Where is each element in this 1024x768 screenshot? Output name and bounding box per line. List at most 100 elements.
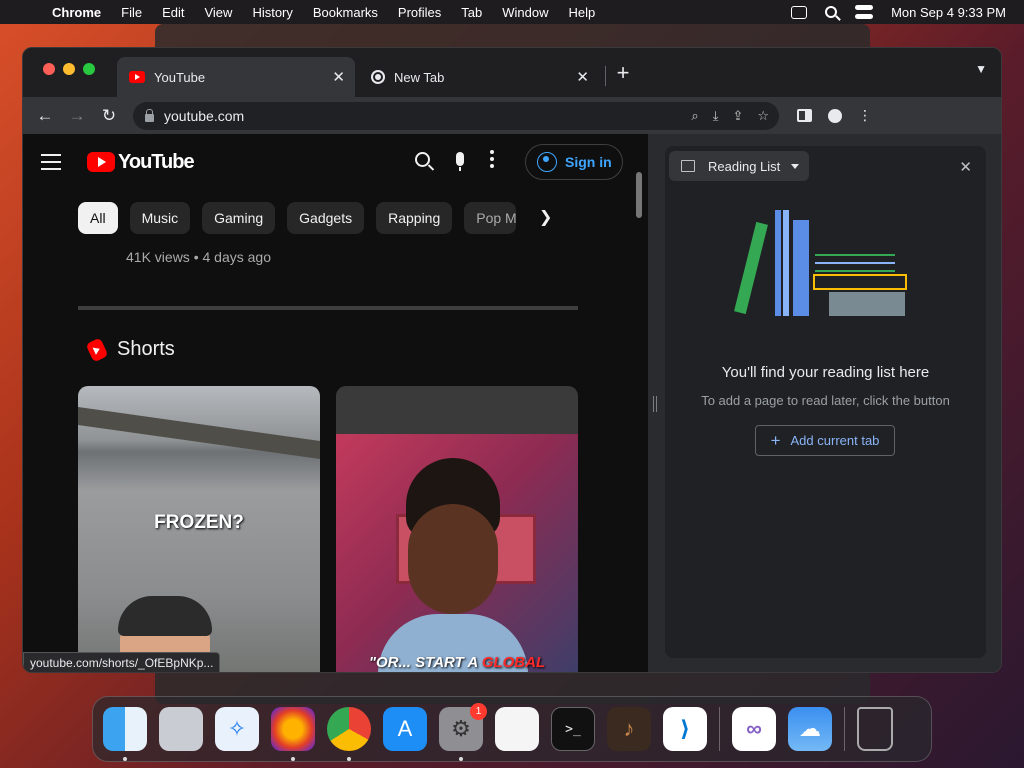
system-settings-icon[interactable]: ⚙ 1 bbox=[439, 703, 487, 761]
more-options-icon[interactable] bbox=[490, 150, 494, 168]
safari-icon[interactable]: ✧ bbox=[215, 707, 259, 751]
back-button[interactable]: ← bbox=[29, 106, 61, 126]
chip-gaming[interactable]: Gaming bbox=[202, 202, 276, 234]
close-tab-icon[interactable]: ✕ bbox=[576, 68, 589, 86]
chip-all[interactable]: All bbox=[78, 202, 118, 234]
short-thumbnail-2[interactable]: "OR... START A GLOBAL bbox=[336, 386, 578, 672]
tab-youtube[interactable]: YouTube ✕ bbox=[117, 57, 355, 97]
reading-list-icon bbox=[681, 160, 695, 172]
search-icon[interactable]: ⌕ bbox=[691, 108, 698, 124]
hamburger-menu-icon[interactable] bbox=[41, 154, 61, 170]
vscode-icon[interactable]: ⟩ bbox=[663, 707, 707, 751]
chip-music[interactable]: Music bbox=[129, 202, 191, 234]
menu-view[interactable]: View bbox=[204, 5, 232, 20]
bookmark-star-icon[interactable]: ☆ bbox=[757, 108, 769, 124]
menu-history[interactable]: History bbox=[252, 5, 292, 20]
reading-list-selector[interactable]: Reading List bbox=[669, 151, 809, 181]
launchpad-icon[interactable] bbox=[159, 707, 203, 751]
chrome-icon[interactable] bbox=[327, 707, 371, 761]
reload-button[interactable]: ↻ bbox=[93, 106, 125, 126]
browser-toolbar: ← → ↻ youtube.com ⌕ ⤓ ⇪ ☆ ⋮ bbox=[23, 97, 1001, 134]
minimize-window-button[interactable] bbox=[63, 63, 75, 75]
menu-window[interactable]: Window bbox=[502, 5, 548, 20]
lock-icon[interactable] bbox=[145, 108, 154, 122]
youtube-logo-text: YouTube bbox=[118, 150, 195, 173]
address-url: youtube.com bbox=[164, 107, 245, 124]
caption-highlight: GLOBAL bbox=[481, 654, 546, 671]
dock-separator bbox=[719, 707, 720, 751]
tab-search-chevron-icon[interactable]: ▼ bbox=[975, 62, 987, 76]
firefox-icon[interactable] bbox=[271, 707, 315, 761]
user-circle-icon bbox=[537, 152, 557, 172]
terminal-icon[interactable]: >_ bbox=[551, 707, 595, 751]
menu-profiles[interactable]: Profiles bbox=[398, 5, 441, 20]
window-controls bbox=[43, 63, 95, 75]
chevron-right-icon[interactable]: ❯ bbox=[539, 207, 552, 227]
weather-icon[interactable]: ☁ bbox=[788, 707, 832, 751]
chrome-window: YouTube ✕ New Tab ✕ + ▼ ← → ↻ youtube.co… bbox=[22, 47, 1002, 673]
chip-rapping[interactable]: Rapping bbox=[376, 202, 453, 234]
caption-prefix: "OR... START A bbox=[368, 654, 482, 671]
profile-icon[interactable] bbox=[828, 108, 842, 123]
youtube-page: YouTube Sign in All Music Gaming Gadgets… bbox=[23, 134, 648, 672]
screen-mirroring-icon[interactable] bbox=[791, 5, 808, 19]
textedit-icon[interactable] bbox=[495, 707, 539, 751]
empty-state-subtitle: To add a page to read later, click the b… bbox=[701, 393, 950, 408]
side-panel-resize-handle[interactable] bbox=[653, 396, 657, 412]
garageband-icon[interactable]: ♪ bbox=[607, 707, 651, 751]
close-tab-icon[interactable]: ✕ bbox=[332, 68, 345, 86]
add-current-tab-button[interactable]: + Add current tab bbox=[755, 425, 895, 456]
new-tab-button[interactable]: + bbox=[609, 60, 637, 86]
sign-in-button[interactable]: Sign in bbox=[525, 144, 623, 180]
chip-pop-music[interactable]: Pop M bbox=[464, 202, 517, 234]
forward-button[interactable]: → bbox=[61, 106, 93, 126]
visual-studio-icon[interactable]: ∞ bbox=[732, 707, 776, 751]
short-caption: "OR... START A GLOBAL bbox=[336, 654, 578, 671]
address-bar[interactable]: youtube.com ⌕ ⤓ ⇪ ☆ bbox=[133, 101, 779, 130]
books-illustration bbox=[734, 210, 925, 330]
install-app-icon[interactable]: ⤓ bbox=[713, 108, 719, 124]
menu-bookmarks[interactable]: Bookmarks bbox=[313, 5, 378, 20]
link-status-bar: youtube.com/shorts/_OfEBpNKp... bbox=[23, 652, 221, 672]
short-thumbnail-1[interactable]: FROZEN? bbox=[78, 386, 320, 672]
side-panel: Reading List ✕ You'll find your reading … bbox=[648, 134, 1001, 672]
chrome-menu-icon[interactable]: ⋮ bbox=[858, 107, 872, 124]
chip-gadgets[interactable]: Gadgets bbox=[287, 202, 365, 234]
video-meta: 41K views • 4 days ago bbox=[126, 249, 271, 265]
app-store-icon[interactable]: A bbox=[383, 707, 427, 751]
menu-app-chrome[interactable]: Chrome bbox=[52, 5, 101, 20]
add-current-tab-label: Add current tab bbox=[790, 433, 880, 448]
control-center-icon[interactable] bbox=[855, 5, 874, 19]
zoom-window-button[interactable] bbox=[83, 63, 95, 75]
finder-icon[interactable] bbox=[103, 707, 147, 761]
close-window-button[interactable] bbox=[43, 63, 55, 75]
chrome-favicon-icon bbox=[371, 70, 385, 84]
microphone-icon[interactable] bbox=[456, 152, 464, 171]
menu-help[interactable]: Help bbox=[569, 5, 596, 20]
side-panel-icon[interactable] bbox=[797, 109, 812, 122]
menu-tab[interactable]: Tab bbox=[461, 5, 482, 20]
shorts-title-text: Shorts bbox=[117, 338, 175, 360]
shorts-section-title: Shorts bbox=[85, 337, 175, 362]
tab-separator bbox=[605, 66, 606, 86]
macos-menubar: Chrome File Edit View History Bookmarks … bbox=[0, 0, 1024, 24]
side-panel-header: Reading List ✕ bbox=[665, 146, 986, 186]
short-caption: FROZEN? bbox=[154, 512, 244, 533]
tab-title: New Tab bbox=[394, 69, 445, 85]
tab-title: YouTube bbox=[154, 69, 206, 85]
spotlight-search-icon[interactable] bbox=[825, 6, 838, 18]
close-side-panel-icon[interactable]: ✕ bbox=[959, 158, 972, 176]
menu-edit[interactable]: Edit bbox=[162, 5, 184, 20]
youtube-logo[interactable]: YouTube bbox=[87, 150, 195, 174]
menubar-clock[interactable]: Mon Sep 4 9:33 PM bbox=[891, 5, 1006, 20]
tab-new-tab[interactable]: New Tab ✕ bbox=[361, 57, 599, 97]
trash-icon[interactable] bbox=[857, 707, 893, 751]
cap-graphic bbox=[118, 596, 212, 636]
notification-badge: 1 bbox=[470, 703, 487, 720]
search-icon[interactable] bbox=[415, 151, 430, 167]
page-scrollbar[interactable] bbox=[636, 172, 642, 218]
menu-file[interactable]: File bbox=[121, 5, 142, 20]
share-icon[interactable]: ⇪ bbox=[732, 108, 743, 124]
shorts-icon bbox=[85, 337, 109, 362]
short-image: "OR... START A GLOBAL bbox=[336, 434, 578, 672]
